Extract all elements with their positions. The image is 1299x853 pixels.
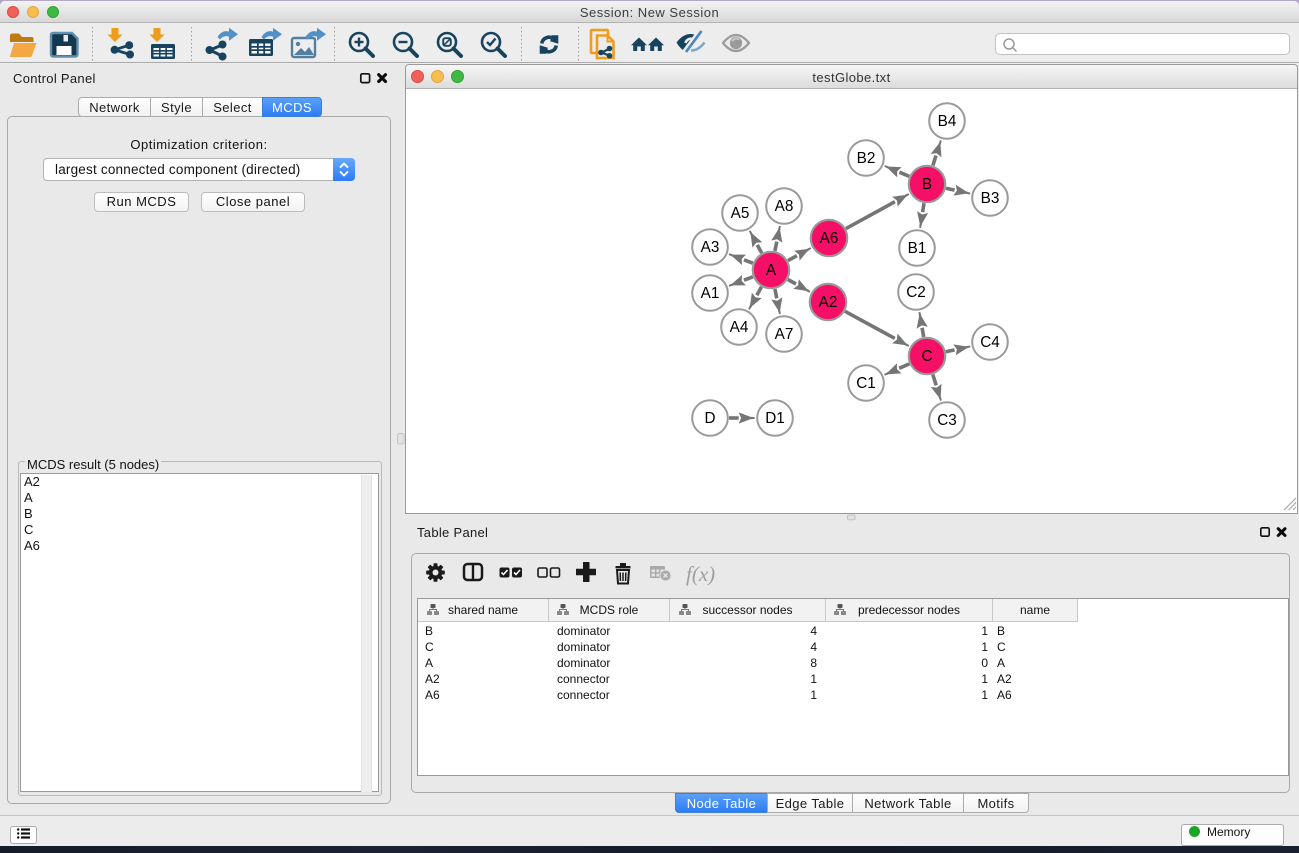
svg-text:A: A	[766, 262, 777, 279]
svg-text:A1: A1	[701, 285, 720, 302]
svg-text:B2: B2	[857, 150, 876, 167]
svg-text:C4: C4	[980, 334, 1000, 351]
svg-text:B4: B4	[938, 113, 957, 130]
svg-text:B: B	[922, 176, 932, 193]
svg-text:A2: A2	[819, 294, 838, 311]
svg-text:D1: D1	[765, 410, 785, 427]
svg-text:A8: A8	[775, 198, 794, 215]
svg-text:C2: C2	[906, 284, 926, 301]
svg-text:B1: B1	[908, 240, 927, 257]
svg-text:A6: A6	[820, 230, 839, 247]
svg-text:C1: C1	[856, 375, 876, 392]
svg-text:C3: C3	[937, 412, 957, 429]
svg-text:A5: A5	[731, 205, 750, 222]
svg-text:D: D	[704, 410, 715, 427]
svg-text:C: C	[921, 348, 932, 365]
svg-text:A4: A4	[730, 319, 749, 336]
svg-text:A3: A3	[701, 239, 720, 256]
svg-text:B3: B3	[981, 190, 1000, 207]
svg-text:A7: A7	[775, 326, 794, 343]
